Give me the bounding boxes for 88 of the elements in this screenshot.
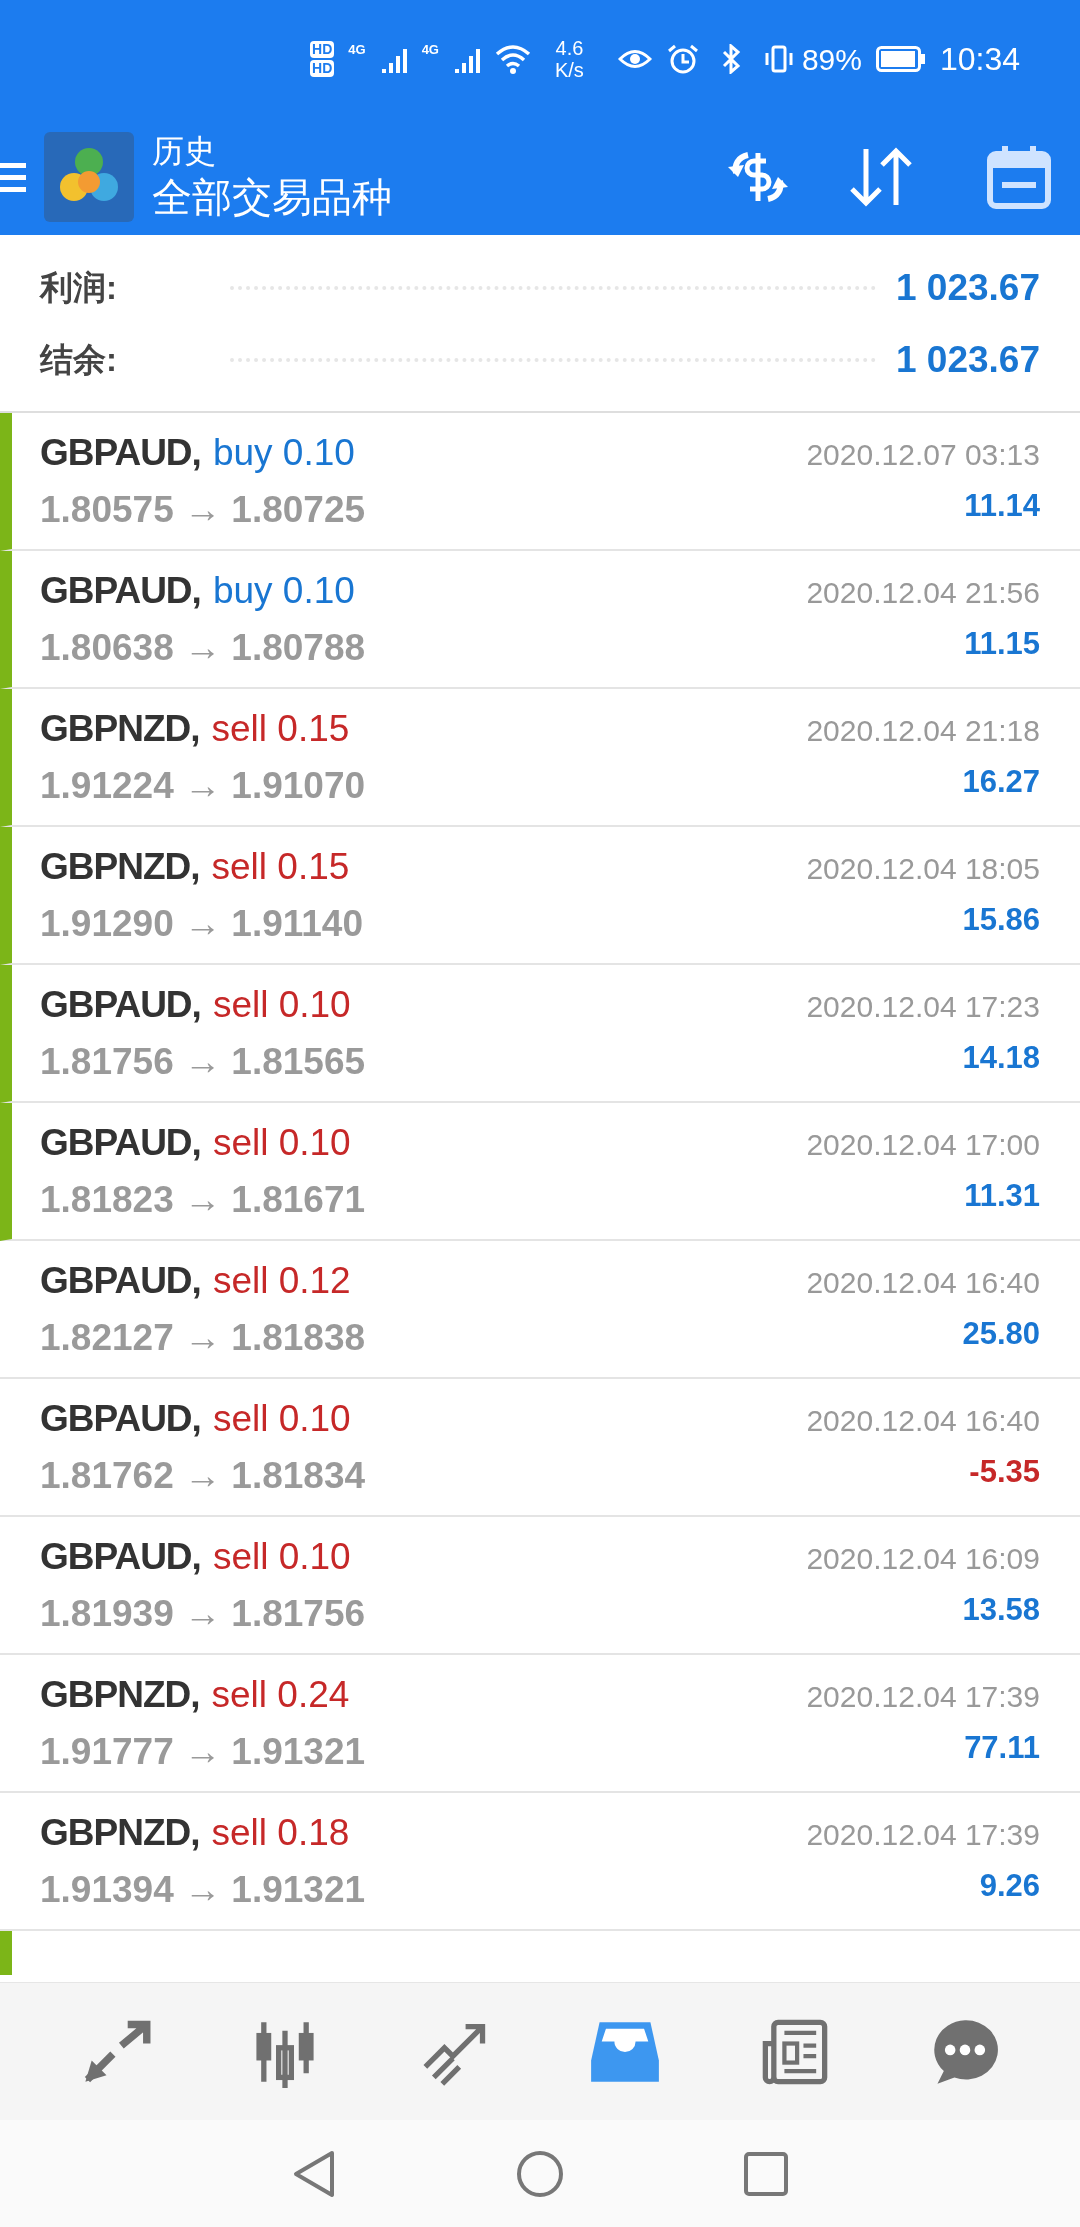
price-range-label: 1.80575 → 1.80725 <box>40 488 367 532</box>
trade-row[interactable]: GBPAUD, buy 0.10 1.80575 → 1.80725 2020.12.07 03:13 11.14 <box>0 413 1080 551</box>
price-range-label: 1.80638 → 1.80788 <box>40 626 367 670</box>
order-side-label: sell 0.10 <box>212 1534 351 1579</box>
order-side-label: sell 0.15 <box>211 706 350 751</box>
back-icon[interactable] <box>292 2148 336 2199</box>
trade-time: 2020.12.07 03:13 <box>806 437 1040 474</box>
trade-row[interactable]: GBPNZD, sell 0.24 1.91777 → 1.91321 2020.12.04 17:39 77.11 <box>0 1655 1080 1793</box>
trade-row[interactable]: GBPAUD, sell 0.10 1.81762 → 1.81834 2020.12.04 16:40 -5.35 <box>0 1379 1080 1517</box>
profit-value: 9.26 <box>979 1867 1040 1906</box>
price-range-label: 1.91777 → 1.91321 <box>40 1730 367 1774</box>
symbol-label: GBPNZD, <box>40 1672 200 1717</box>
profit-value: 25.80 <box>962 1315 1040 1354</box>
trade-time: 2020.12.04 16:09 <box>806 1541 1040 1578</box>
trade-time: 2020.12.04 21:56 <box>806 575 1040 612</box>
profit-value: 15.86 <box>962 901 1040 940</box>
network-speed-value: 4.6 <box>555 37 584 59</box>
trade-time: 2020.12.04 17:39 <box>806 1817 1040 1854</box>
symbol-label: GBPNZD, <box>40 706 200 751</box>
order-side-label: sell 0.10 <box>212 1120 351 1165</box>
wifi-icon <box>494 44 531 74</box>
profit-value: 11.14 <box>964 487 1040 526</box>
trade-time: 2020.12.04 17:23 <box>806 989 1040 1026</box>
trade-row[interactable]: GBPAUD, sell 0.12 1.82127 → 1.81838 2020.12.04 16:40 25.80 <box>0 1241 1080 1379</box>
profit-value: 16.27 <box>962 763 1040 802</box>
symbol-label: GBPAUD, <box>40 1534 201 1579</box>
order-side-label: sell 0.12 <box>212 1258 351 1303</box>
price-range-label: 1.82127 → 1.81838 <box>40 1316 367 1360</box>
app-logo-icon <box>44 131 134 222</box>
profit-value: 11.15 <box>964 625 1040 664</box>
recents-icon[interactable] <box>744 2151 788 2196</box>
symbol-label: GBPAUD, <box>40 430 201 475</box>
price-range-label: 1.81823 → 1.81671 <box>40 1178 367 1222</box>
profit-value: -5.35 <box>969 1453 1040 1492</box>
symbol-label: GBPAUD, <box>40 982 201 1027</box>
battery-percent: 89% <box>801 41 862 78</box>
price-range-label: 1.81756 → 1.81565 <box>40 1040 367 1084</box>
price-range-label: 1.91290 → 1.91140 <box>40 902 364 946</box>
alarm-icon <box>665 44 700 74</box>
home-icon[interactable] <box>516 2149 564 2198</box>
symbol-filter-label[interactable]: 全部交易品种 <box>152 170 392 223</box>
trade-row[interactable]: GBPNZD, sell 0.15 1.91224 → 1.91070 2020.12.04 21:18 16.27 <box>0 689 1080 827</box>
battery-icon <box>875 46 926 72</box>
trade-time: 2020.12.04 21:18 <box>806 713 1040 750</box>
summary-label: 利润: <box>40 268 118 309</box>
network-type-label: 4G <box>421 41 439 59</box>
price-range-label: 1.81762 → 1.81834 <box>40 1454 367 1498</box>
order-side-label: sell 0.15 <box>211 844 350 889</box>
order-side-label: sell 0.10 <box>212 982 351 1027</box>
calendar-icon[interactable] <box>986 143 1052 210</box>
trade-time: 2020.12.04 18:05 <box>806 851 1040 888</box>
network-speed-unit: K/s <box>554 59 584 81</box>
order-side-label: sell 0.10 <box>212 1396 351 1441</box>
screen-title: 历史 <box>152 131 217 171</box>
trade-time: 2020.12.04 17:00 <box>806 1127 1040 1164</box>
symbol-label: GBPAUD, <box>40 1258 201 1303</box>
sim-badge: HD <box>310 60 335 77</box>
symbol-label: GBPAUD, <box>40 1120 201 1165</box>
trade-time: 2020.12.04 16:40 <box>806 1265 1040 1302</box>
order-side-label: buy 0.10 <box>212 568 355 613</box>
order-side-label: sell 0.24 <box>211 1672 350 1717</box>
symbol-label: GBPNZD, <box>40 1810 200 1855</box>
price-range-label: 1.91224 → 1.91070 <box>40 764 367 808</box>
profit-value: 14.18 <box>962 1039 1040 1078</box>
trade-row[interactable]: GBPNZD, sell 0.18 1.91394 → 1.91321 2020.12.04 17:39 9.26 <box>0 1793 1080 1931</box>
symbol-label: GBPNZD, <box>40 844 200 889</box>
order-side-label: buy 0.10 <box>212 430 355 475</box>
profit-value: 11.31 <box>964 1177 1040 1216</box>
trade-row[interactable]: GBPAUD, sell 0.10 1.81939 → 1.81756 2020.12.04 16:09 13.58 <box>0 1517 1080 1655</box>
order-side-label: sell 0.18 <box>211 1810 350 1855</box>
summary-label: 结余: <box>40 340 118 381</box>
network-type-label: 4G <box>348 41 366 59</box>
trade-row[interactable]: GBPAUD, sell 0.10 1.81756 → 1.81565 2020.12.04 17:23 14.18 <box>0 965 1080 1103</box>
trade-row[interactable]: GBPAUD, buy 0.10 1.80638 → 1.80788 2020.12.04 21:56 11.15 <box>0 551 1080 689</box>
profit-value: 13.58 <box>962 1591 1040 1630</box>
summary-value: 1 023.67 <box>895 338 1040 383</box>
symbol-label: GBPAUD, <box>40 568 201 613</box>
trade-time: 2020.12.04 17:39 <box>806 1679 1040 1716</box>
summary-value: 1 023.67 <box>895 266 1040 311</box>
price-range-label: 1.91394 → 1.91321 <box>40 1868 367 1912</box>
trade-row[interactable]: GBPNZD, sell 0.15 1.91290 → 1.91140 2020.12.04 18:05 15.86 <box>0 827 1080 965</box>
profit-value: 77.11 <box>964 1729 1040 1768</box>
price-range-label: 1.81939 → 1.81756 <box>40 1592 367 1636</box>
clock-time: 10:34 <box>939 40 1020 79</box>
trade-time: 2020.12.04 16:40 <box>806 1403 1040 1440</box>
trade-row[interactable]: GBPAUD, sell 0.10 1.81823 → 1.81671 2020.12.04 17:00 11.31 <box>0 1103 1080 1241</box>
sim-badge: HD <box>310 41 335 58</box>
symbol-label: GBPAUD, <box>40 1396 201 1441</box>
